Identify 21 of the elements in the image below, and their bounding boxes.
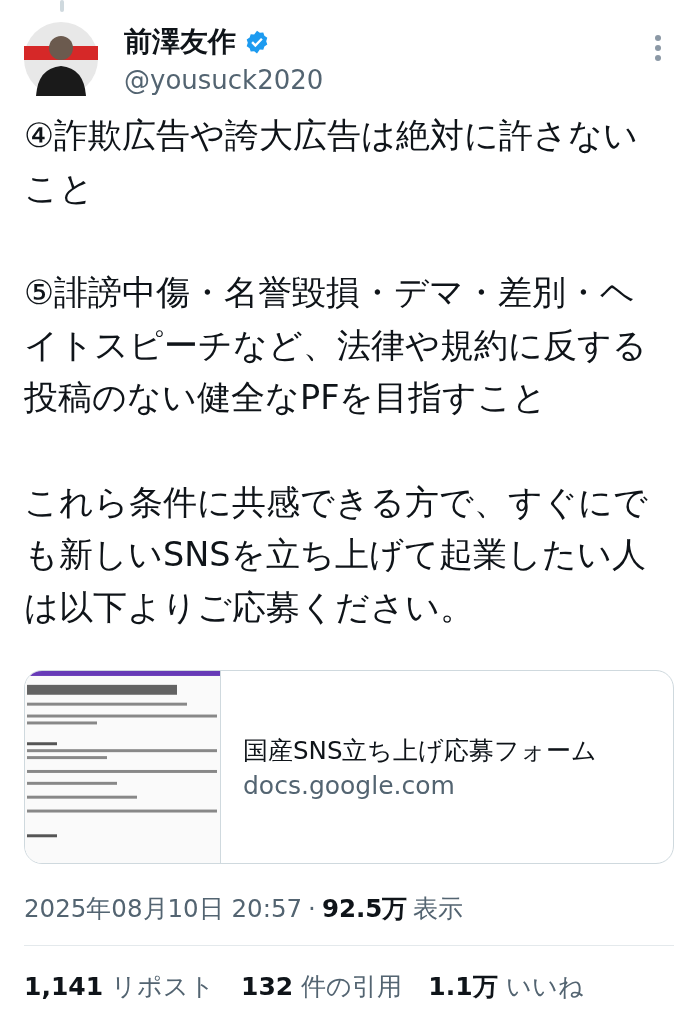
stat-label[interactable]: いいね bbox=[505, 970, 584, 1003]
tweet-paragraph: ④詐欺広告や誇大広告は絶対に許さないこと bbox=[24, 115, 640, 210]
more-options-icon[interactable] bbox=[654, 34, 662, 62]
display-name: 前澤友作 bbox=[124, 24, 236, 60]
timestamp[interactable]: 2025年08月10日 20:57 bbox=[24, 892, 303, 925]
views-label: 表示 bbox=[413, 893, 464, 925]
tweet-paragraph: これら条件に共感できる方で、すぐにでも新しいSNSを立ち上げて起業したい人は以下よりご応募ください。 bbox=[24, 481, 649, 629]
thread-line bbox=[60, 0, 64, 12]
stat-count[interactable]: 1.1万 bbox=[428, 970, 498, 1003]
avatar[interactable] bbox=[24, 22, 98, 96]
stat-label[interactable]: リポスト bbox=[111, 970, 216, 1003]
username[interactable]: @yousuck2020 bbox=[124, 65, 628, 95]
tweet-paragraph: ⑤誹謗中傷・名誉毀損・デマ・差別・ヘイトスピーチなど、法律や規約に反する投稿のない健全なPFを目指すこと bbox=[24, 272, 648, 419]
stat-label[interactable]: 件の引用 bbox=[301, 970, 403, 1003]
link-card[interactable]: 国産SNS立ち上げ応募フォーム docs.google.com bbox=[24, 670, 674, 864]
card-title: 国産SNS立ち上げ応募フォーム bbox=[243, 735, 598, 767]
stat-count[interactable]: 132 bbox=[241, 972, 294, 1001]
stat-count[interactable]: 1,141 bbox=[24, 972, 104, 1001]
view-count: 92.5万 bbox=[321, 893, 408, 925]
card-domain: docs.google.com bbox=[243, 771, 456, 800]
separator: · bbox=[308, 894, 316, 923]
